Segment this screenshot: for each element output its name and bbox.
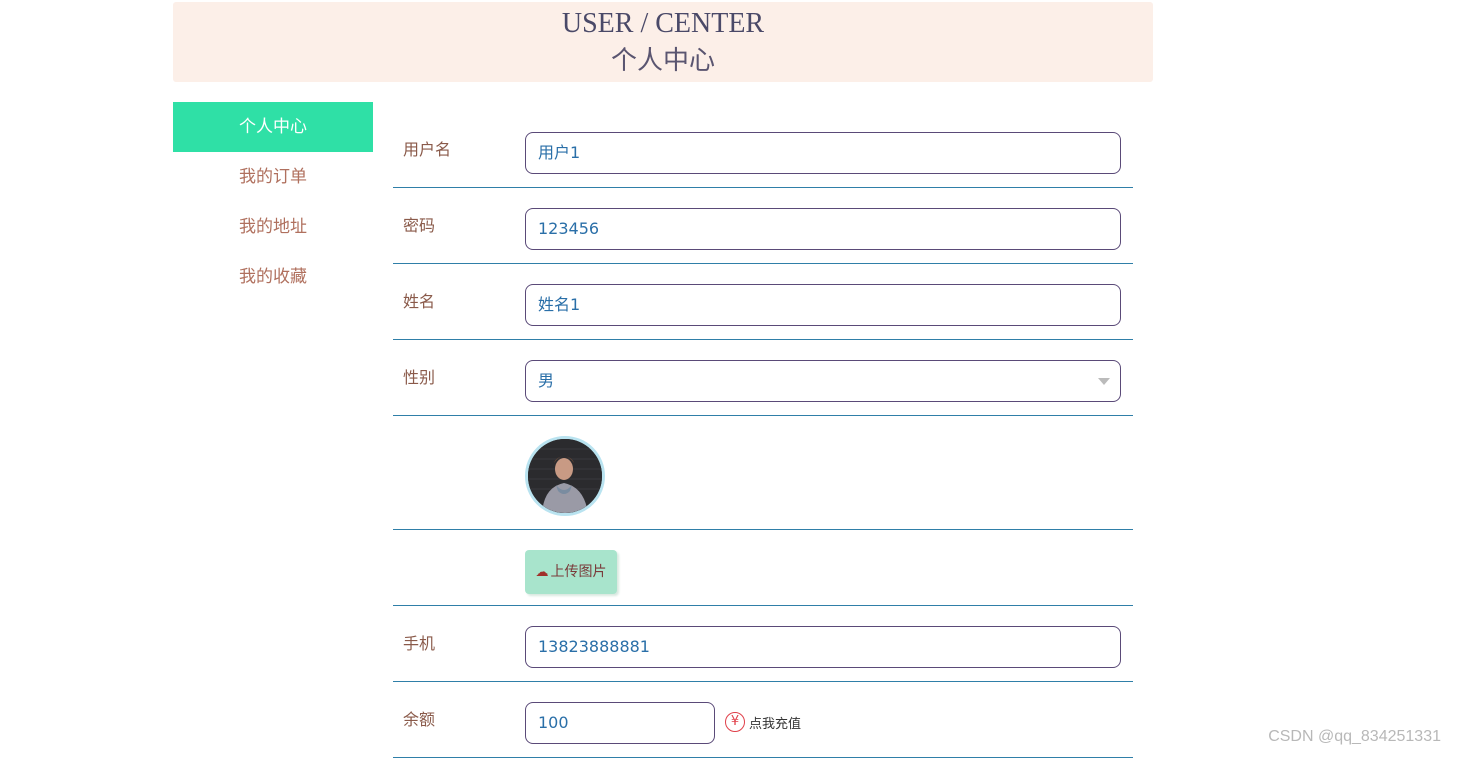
password-input[interactable]: 123456 <box>525 208 1121 250</box>
phone-label: 手机 <box>403 634 436 653</box>
form-row-name: 姓名 姓名1 <box>393 264 1133 340</box>
form-row-balance: 余额 100 ¥ 点我充值 <box>393 682 1133 758</box>
sidebar: 个人中心 我的订单 我的地址 我的收藏 <box>173 102 373 302</box>
gender-select-value: 男 <box>538 371 555 390</box>
page-header: USER / CENTER 个人中心 <box>173 2 1153 82</box>
avatar-image <box>528 439 602 513</box>
sidebar-item-my-favorites[interactable]: 我的收藏 <box>173 252 373 302</box>
balance-label: 余额 <box>403 710 436 729</box>
form-row-username: 用户名 用户1 <box>393 112 1133 188</box>
form-row-password: 密码 123456 <box>393 188 1133 264</box>
name-input[interactable]: 姓名1 <box>525 284 1121 326</box>
recharge-link[interactable]: ¥ 点我充值 <box>725 712 801 732</box>
sidebar-item-my-address[interactable]: 我的地址 <box>173 202 373 252</box>
upload-button-label: 上传图片 <box>550 564 607 580</box>
username-label: 用户名 <box>403 140 452 159</box>
form-row-upload: ☁ 上传图片 <box>393 530 1133 606</box>
balance-input[interactable]: 100 <box>525 702 715 744</box>
chevron-down-icon <box>1098 378 1110 385</box>
phone-input[interactable]: 13823888881 <box>525 626 1121 668</box>
upload-image-button[interactable]: ☁ 上传图片 <box>525 550 617 594</box>
gender-select[interactable]: 男 <box>525 360 1121 402</box>
form-row-phone: 手机 13823888881 <box>393 606 1133 682</box>
profile-form: 用户名 用户1 密码 123456 姓名 姓名1 性别 男 ☁ 上传图片 手机 … <box>393 112 1133 758</box>
cloud-upload-icon: ☁ <box>535 565 549 580</box>
form-row-gender: 性别 男 <box>393 340 1133 416</box>
sidebar-item-my-orders[interactable]: 我的订单 <box>173 152 373 202</box>
watermark: CSDN @qq_834251331 <box>1268 728 1441 745</box>
recharge-label: 点我充值 <box>749 716 802 732</box>
header-title-en: USER / CENTER <box>561 8 765 39</box>
name-label: 姓名 <box>403 292 436 311</box>
sidebar-item-user-center[interactable]: 个人中心 <box>173 102 373 152</box>
header-title-cn: 个人中心 <box>610 46 715 76</box>
form-row-avatar <box>393 416 1133 530</box>
yen-icon: ¥ <box>725 712 745 732</box>
gender-label: 性别 <box>403 368 436 387</box>
password-label: 密码 <box>403 216 436 235</box>
username-input[interactable]: 用户1 <box>525 132 1121 174</box>
avatar <box>525 436 605 516</box>
